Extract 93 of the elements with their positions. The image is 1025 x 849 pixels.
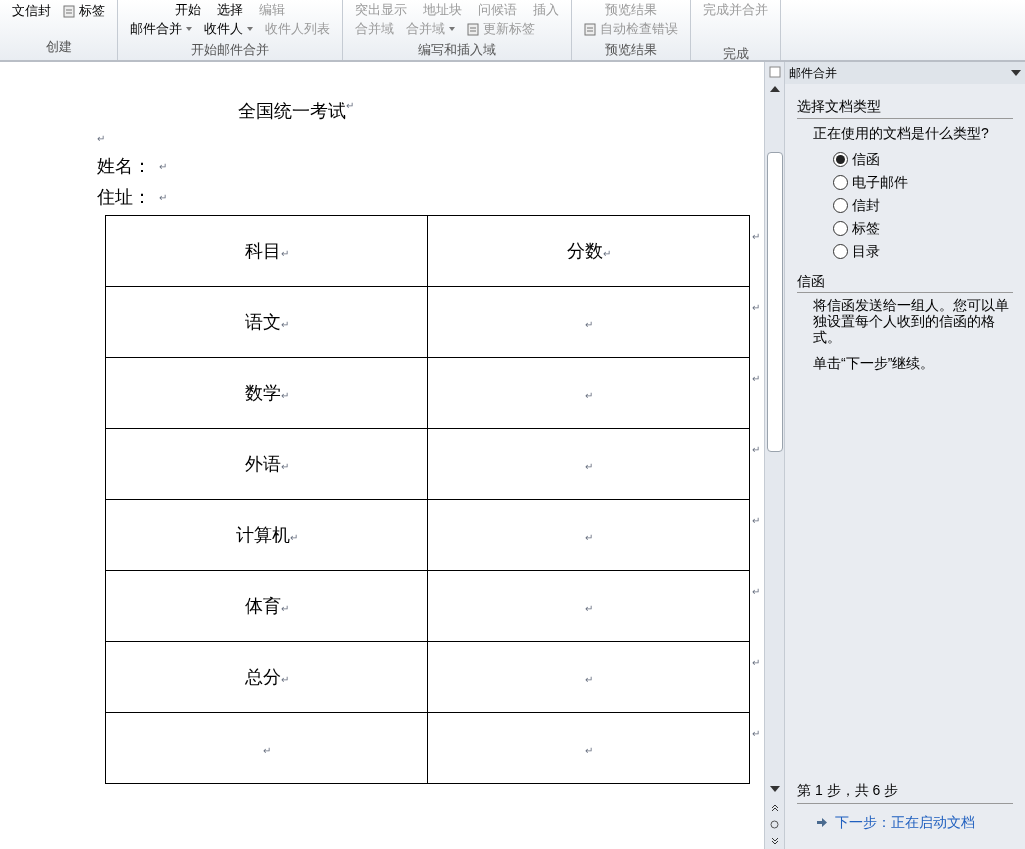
column-header: 分数 [566,240,603,261]
ribbon-button[interactable]: 地址块 [419,0,466,20]
step-indicator: 第 1 步，共 6 步 [797,780,1013,804]
description-text: 将信函发送给一组人。您可以单独设置每个人收到的信函的格式。 [813,297,1010,345]
paragraph-mark: ↵ [280,460,289,472]
paragraph-mark: ↵ [280,389,289,401]
group-label: 创建 [44,37,73,56]
down-arrow-icon[interactable] [769,786,780,792]
paragraph-mark: ↵ [280,673,289,685]
caret-icon [186,27,192,31]
paragraph-mark: ↵ [289,531,298,543]
group-label: 开始邮件合并 [190,41,270,59]
paragraph-mark: ↵ [159,191,167,205]
circle-icon[interactable] [770,820,779,829]
radio-button[interactable] [833,221,848,236]
paragraph-mark: ↵ [280,318,289,330]
paragraph-mark: ↵ [752,586,760,597]
paragraph-mark: ↵ [584,531,593,543]
paragraph-mark: ↵ [97,131,105,146]
paragraph-mark: ↵ [584,744,593,756]
table-cell: 总分 [244,666,281,687]
radio-option[interactable]: 信函 [833,148,1013,171]
table-cell: 体育 [244,595,281,616]
question-text: 正在使用的文档是什么类型? [813,124,990,143]
ribbon-button[interactable]: 开始 [171,0,205,20]
ribbon-button[interactable]: 编辑 [255,0,289,20]
group-label: 预览结果 [604,41,658,59]
column-header: 科目 [244,240,281,261]
radio-button[interactable] [833,152,848,167]
previous-page-icon[interactable] [770,804,779,812]
field-label: 姓名： [97,155,151,178]
paragraph-mark: ↵ [345,99,354,111]
paragraph-mark: ↵ [280,602,289,614]
document-title: 全国统一考试 [237,100,346,123]
up-arrow-icon[interactable] [769,86,780,92]
caret-icon[interactable] [1011,70,1021,76]
ribbon-button[interactable]: 完成并合并 [699,0,772,20]
document-icon [467,22,479,36]
hint-text: 单击“下一步”继续。 [813,354,936,373]
ribbon-button[interactable]: 预览结果 [601,0,661,20]
paragraph-mark: ↵ [752,231,760,242]
ribbon-button[interactable]: 自动检查错误 [580,19,682,39]
paragraph-mark: ↵ [280,247,289,259]
paragraph-mark: ↵ [262,744,271,756]
radio-option[interactable]: 信封 [833,194,1013,217]
table-cell: 计算机 [235,524,290,545]
paragraph-mark: ↵ [584,389,593,401]
table-cell: 数学 [244,382,281,403]
arrow-icon [817,818,827,827]
document-icon [584,22,596,36]
page-icon [768,66,781,78]
radio-option[interactable]: 目录 [833,240,1013,263]
ribbon-button[interactable]: 选择 [213,0,247,20]
radio-button[interactable] [833,244,848,259]
radio-option[interactable]: 标签 [833,217,1013,240]
document-icon [63,4,75,18]
ribbon-button[interactable]: 收件人 [200,19,257,39]
scrollbar[interactable] [764,62,784,849]
paragraph-mark: ↵ [584,673,593,685]
next-step-link[interactable]: 下一步：正在启动文档 [835,812,975,833]
paragraph-mark: ↵ [159,160,167,174]
ribbon-button[interactable]: 邮件合并 [126,19,196,39]
table-cell: 语文 [244,311,281,332]
paragraph-mark: ↵ [752,444,760,455]
ribbon-button[interactable]: 文信封 [8,1,55,21]
ribbon-button[interactable]: 插入 [529,0,563,20]
section-heading: 信函 [797,271,1013,293]
radio-button[interactable] [833,175,848,190]
ribbon-button[interactable]: 突出显示 [351,0,411,20]
scroll-thumb[interactable] [766,152,783,452]
section-heading: 选择文档类型 [797,96,1013,119]
paragraph-mark: ↵ [752,373,760,384]
paragraph-mark: ↵ [752,302,760,313]
group-label: 编写和插入域 [417,41,497,59]
radio-option[interactable]: 电子邮件 [833,171,1013,194]
paragraph-mark: ↵ [602,247,611,259]
paragraph-mark: ↵ [752,657,760,668]
group-label: 完成 [721,45,750,63]
paragraph-mark: ↵ [584,602,593,614]
paragraph-mark: ↵ [752,728,760,739]
next-page-icon[interactable] [770,837,779,845]
ribbon-button[interactable]: 问候语 [474,0,521,20]
ribbon-button[interactable]: 更新标签 [463,19,539,39]
ribbon-button[interactable]: 标签 [59,1,109,21]
caret-icon [247,27,253,31]
paragraph-mark: ↵ [584,460,593,472]
table-cell: 外语 [244,453,281,474]
caret-icon [449,27,455,31]
pane-title: 邮件合并 [789,65,837,82]
paragraph-mark: ↵ [584,318,593,330]
radio-button[interactable] [833,198,848,213]
paragraph-mark: ↵ [752,515,760,526]
field-label: 住址： [97,186,151,209]
